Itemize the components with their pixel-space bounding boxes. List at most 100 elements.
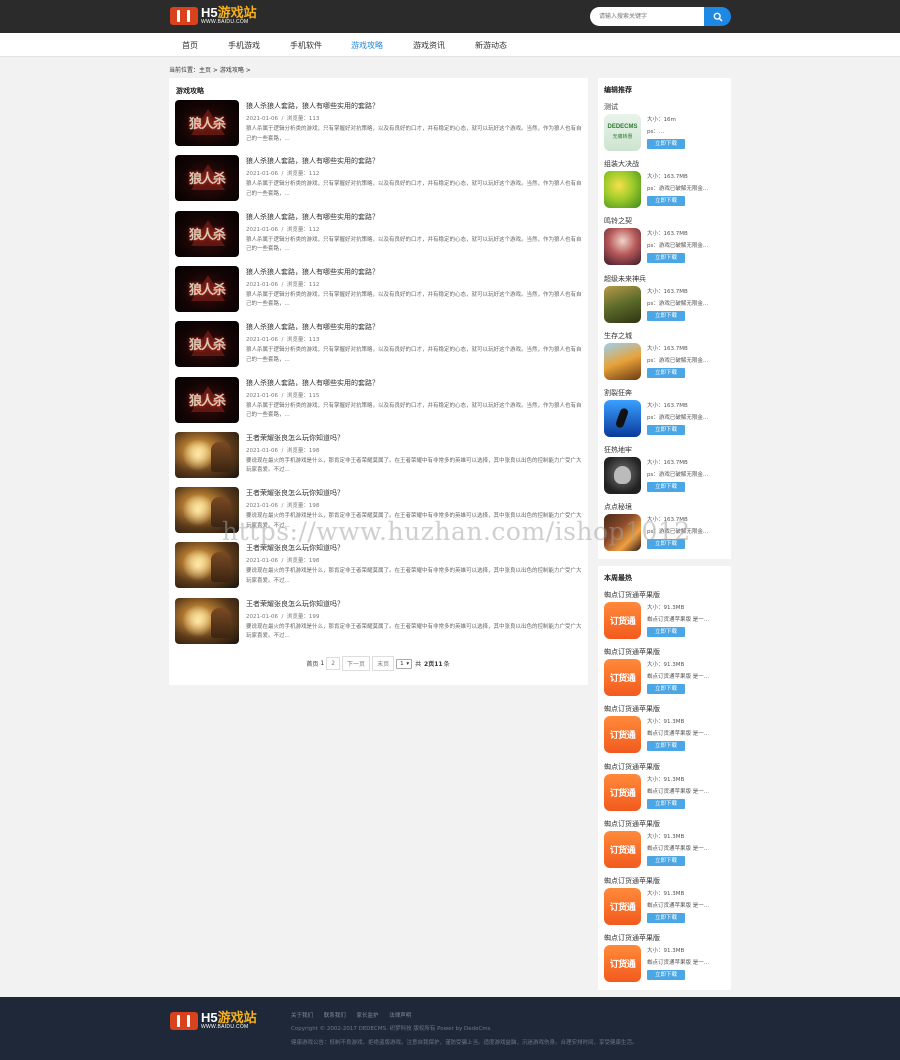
download-button[interactable]: 立即下载 [647,855,685,866]
download-button[interactable]: 立即下载 [647,741,685,752]
search-button[interactable] [704,7,731,26]
download-button[interactable]: 立即下载 [647,310,685,321]
nav-new-games[interactable]: 新游动态 [475,40,507,51]
order-app-icon[interactable]: 订货通 [604,716,641,754]
page-select[interactable]: 1 ▾ [396,658,413,669]
meta-separator: / [281,613,284,620]
game-icon-city[interactable] [604,342,641,380]
article-title[interactable]: 狼人杀狼人套路，狼人有哪些实用的套路？ [246,212,379,222]
meta-separator: / [281,392,284,399]
app-name[interactable]: 点点秘境 [604,502,632,512]
app-name[interactable]: 蜘点订货通苹果版 [604,762,660,772]
nav-mobile-games[interactable]: 手机游戏 [228,40,260,51]
article-title[interactable]: 王者荣耀张良怎么玩你知道吗？ [246,599,344,609]
footer-link-legal[interactable]: 法律声明 [389,1013,411,1019]
total-records: 11 [434,661,443,668]
nav-mobile-software[interactable]: 手机软件 [290,40,322,51]
footer-link-guardian[interactable]: 家长监护 [357,1013,379,1019]
order-app-icon[interactable]: 订货通 [604,945,641,983]
download-button[interactable]: 立即下载 [647,425,685,435]
article-summary: 狼人杀属于逻辑分析类的游戏，只有掌握好对抗策略，以及有良好的口才，并有稳定的心态… [246,181,582,197]
order-app-icon[interactable]: 订货通 [604,888,641,925]
article-thumbnail[interactable] [175,542,239,589]
game-icon-soldier[interactable] [604,285,641,323]
icon-label: 订货通 [609,960,636,971]
download-button[interactable]: 立即下载 [647,684,685,695]
app-name[interactable]: 组装大决战 [604,159,639,169]
article-date: 2021-01-06 [246,558,278,565]
app-name[interactable]: 超级未来神兵 [604,274,646,284]
article-thumbnail[interactable]: 狼人杀 [175,376,239,423]
weekly-hot-item: 蜘点订货通苹果版 订货通 大小：91.3MB 蜘点订货通苹果版 是一... 立即… [604,647,728,704]
article-title[interactable]: 狼人杀狼人套路，狼人有哪些实用的套路？ [246,322,379,332]
article-thumbnail[interactable]: 狼人杀 [175,210,239,257]
article-title[interactable]: 王者荣耀张良怎么玩你知道吗？ [246,433,344,443]
order-app-icon[interactable]: 订货通 [604,659,641,697]
article-thumbnail[interactable]: 狼人杀 [175,100,239,146]
app-name[interactable]: 狂热地牢 [604,445,632,455]
download-button[interactable]: 立即下载 [647,913,685,923]
article-meta: 2021-01-06 / 浏览量：115 [246,391,319,399]
game-icon-frog[interactable] [604,171,641,209]
app-name[interactable]: 蜘点订货通苹果版 [604,647,660,657]
logo-mark-icon [170,6,198,25]
site-logo[interactable]: H5游戏站 WWW.BAIDU.COM [170,6,257,25]
page-last[interactable]: 末页 [372,656,395,671]
article-thumbnail[interactable]: 狼人杀 [175,265,239,312]
app-name[interactable]: 鸣铃之契 [604,216,632,226]
article-title[interactable]: 狼人杀狼人套路，狼人有哪些实用的套路？ [246,156,379,166]
app-name[interactable]: 蜘点订货通苹果版 [604,704,660,714]
download-button[interactable]: 立即下载 [647,196,685,207]
order-app-icon[interactable]: 订货通 [604,773,641,811]
app-name[interactable]: 蜘点订货通苹果版 [604,819,660,829]
article-title[interactable]: 狼人杀狼人套路，狼人有哪些实用的套路？ [246,267,379,277]
download-button[interactable]: 立即下载 [647,970,685,981]
page-next[interactable]: 下一页 [342,656,371,671]
page-2-link[interactable]: 2 [326,657,341,670]
editor-picks-panel: 编辑推荐 测试 DEDECMS 无痛转惠 大小：16m ps：... 立即下载 组… [598,78,731,559]
article-thumbnail[interactable] [175,597,239,644]
app-name[interactable]: 割裂狂奔 [604,388,632,398]
logo-title: 游戏站 [217,5,257,20]
article-item: 狼人杀 狼人杀狼人套路，狼人有哪些实用的套路？ 2021-01-06 / 浏览量… [175,265,585,313]
app-name[interactable]: 生存之城 [604,331,632,341]
app-note: 蜘点订货通苹果版 是一... [647,903,709,909]
app-name[interactable]: 蜘点订货通苹果版 [604,590,660,600]
article-title[interactable]: 王者荣耀张良怎么玩你知道吗？ [246,488,344,498]
download-button[interactable]: 立即下载 [647,627,685,637]
order-app-icon[interactable]: 订货通 [604,830,641,868]
download-button[interactable]: 立即下载 [647,798,685,809]
download-button[interactable]: 立即下载 [647,139,685,149]
nav-game-guides[interactable]: 游戏攻略 [351,40,383,51]
download-button[interactable]: 立即下载 [647,482,685,493]
dedecms-icon[interactable]: DEDECMS 无痛转惠 [604,114,641,151]
article-date: 2021-01-06 [246,337,278,344]
game-icon-runner[interactable] [604,400,641,437]
nav-home[interactable]: 首页 [182,40,198,51]
article-summary: 要说现在最火的手机游戏是什么，那肯定非王者荣耀莫属了。在王者荣耀中有非常多的英雄… [246,457,582,474]
article-title[interactable]: 狼人杀狼人套路，狼人有哪些实用的套路？ [246,101,379,111]
app-name[interactable]: 测试 [604,102,618,112]
article-thumbnail[interactable] [175,431,239,478]
article-date: 2021-01-06 [246,392,278,399]
logo-h5: H5 [201,5,218,20]
weekly-hot-item: 蜘点订货通苹果版 订货通 大小：91.3MB 蜘点订货通苹果版 是一... 立即… [604,876,728,933]
page-first[interactable]: 首页 [306,659,318,668]
search-input[interactable] [590,7,708,26]
app-name[interactable]: 蜘点订货通苹果版 [604,933,660,943]
article-thumbnail[interactable]: 狼人杀 [175,155,239,202]
main-nav: 首页 手机游戏 手机软件 游戏攻略 游戏资讯 新游动态 [0,33,900,57]
article-list-panel: 游戏攻略 狼人杀 狼人杀狼人套路，狼人有哪些实用的套路？ 2021-01-06 … [169,78,588,685]
footer-link-contact[interactable]: 联系我们 [324,1013,346,1019]
download-button[interactable]: 立即下载 [647,253,685,264]
nav-game-news[interactable]: 游戏资讯 [413,40,445,51]
download-button[interactable]: 立即下载 [647,367,685,378]
game-icon-skull[interactable] [604,457,641,495]
footer-link-about[interactable]: 关于我们 [291,1013,313,1019]
article-title[interactable]: 狼人杀狼人套路，狼人有哪些实用的套路？ [246,378,379,388]
order-app-icon[interactable]: 订货通 [604,602,641,639]
game-icon-girl[interactable] [604,228,641,266]
article-thumbnail[interactable]: 狼人杀 [175,321,239,368]
footer-logo[interactable]: H5游戏站 WWW.BAIDU.COM [170,1011,257,1030]
app-name[interactable]: 蜘点订货通苹果版 [604,876,660,886]
